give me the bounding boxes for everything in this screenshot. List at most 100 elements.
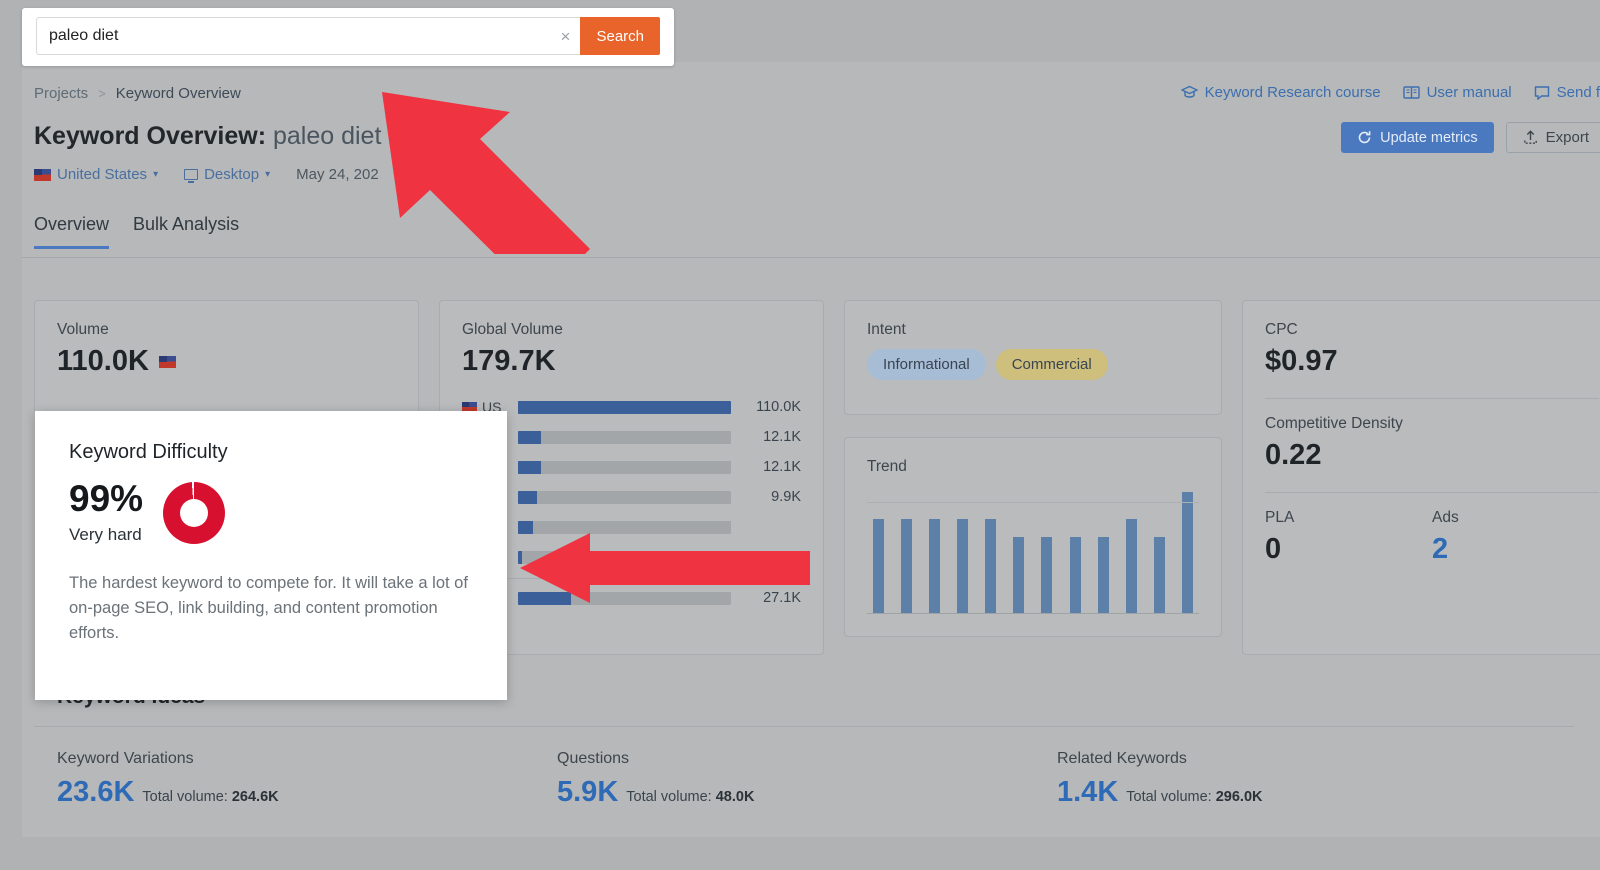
trend-bar [873,518,884,613]
trend-bar [1153,536,1165,613]
us-flag-icon [34,168,51,181]
intent-card[interactable]: Intent Informational Commercial [844,300,1222,415]
global-volume-value: 179.7K [462,345,556,377]
breadcrumb-item-keyword-overview[interactable]: Keyword Overview [116,85,241,102]
keyword-ideas-column[interactable]: Keyword Variations 23.6K Total volume: 264… [57,750,557,809]
send-feedback-link[interactable]: Send f [1534,84,1600,101]
us-flag-icon [158,355,176,368]
volume-bar-value: 12.1K [763,459,801,475]
difficulty-donut-chart [163,481,226,544]
keyword-ideas-values: 1.4K Total volume: 296.0K [1057,776,1557,809]
trend-bar [901,518,913,613]
header-actions: Update metrics Export [1341,122,1600,153]
keyword-ideas-row: Keyword Variations 23.6K Total volume: 264… [57,750,1557,809]
global-volume-row: 9.9K [462,482,801,512]
tabs-divider [22,257,1600,258]
breadcrumb-separator-icon: > [98,86,106,101]
ads-label: Ads [1432,509,1459,526]
trend-bar [957,518,969,613]
tooltip-verdict: Very hard [69,525,142,544]
device-selector[interactable]: Desktop ▾ [184,166,270,183]
volume-bar-fill [518,400,731,414]
tooltip-title: Keyword Difficulty [69,441,228,463]
clear-search-icon[interactable]: × [550,28,580,45]
keyword-ideas-column[interactable]: Questions 5.9K Total volume: 48.0K [557,750,1057,809]
database-label: United States [57,166,148,183]
intent-label: Intent [867,321,906,338]
pla-block: PLA 0 [1265,509,1432,566]
global-volume-other-row: 27.1K [462,583,801,613]
report-date: May 24, 202 [296,166,379,183]
keyword-ideas-values: 23.6K Total volume: 264.6K [57,776,557,809]
header-links: Keyword Research course User manual Send… [1180,84,1600,101]
volume-bar-fill [518,550,523,564]
cpc-divider [1265,398,1599,399]
keyword-ideas-column-label: Related Keywords [1057,750,1187,767]
trend-bar [1041,536,1053,613]
keyword-ideas-count: 1.4K [1057,776,1119,808]
pla-label: PLA [1265,509,1295,526]
report-settings-row: United States ▾ Desktop ▾ May 24, 202 US… [34,166,436,183]
keyword-ideas-total-volume: Total volume: 264.6K [142,789,279,805]
volume-value-row: 110.0K [57,345,396,378]
volume-card[interactable]: Volume 110.0K [34,300,419,415]
keyword-difficulty-tooltip: Keyword Difficulty 99% Very hard The har… [35,411,507,700]
ads-value[interactable]: 2 [1432,533,1599,566]
breadcrumb: Projects > Keyword Overview [34,85,241,102]
user-manual-label: User manual [1426,84,1512,101]
keyword-ideas-column[interactable]: Related Keywords 1.4K Total volume: 296.0K [1057,750,1557,809]
volume-bar-value: 12.1K [763,429,801,445]
send-feedback-label: Send f [1556,84,1600,101]
database-selector[interactable]: United States ▾ [34,166,158,183]
tooltip-score-row: 99% Very hard [69,480,473,545]
device-label: Desktop [204,166,260,183]
tab-overview[interactable]: Overview [34,214,110,249]
keyword-ideas-total-volume: Total volume: 48.0K [626,789,755,805]
export-button[interactable]: Export [1505,122,1600,153]
report-tabs: Overview Bulk Analysis [34,214,239,249]
global-volume-row: 12.1K [462,452,801,482]
keyword-research-course-link[interactable]: Keyword Research course [1180,84,1381,101]
volume-bar-track [518,591,731,605]
trend-bar [1181,492,1193,613]
trend-card[interactable]: Trend [844,437,1222,637]
intent-pill-informational[interactable]: Informational [867,349,986,380]
tooltip-score: 99% [69,478,144,519]
breadcrumb-item-projects[interactable]: Projects [34,85,88,102]
tab-bulk-analysis[interactable]: Bulk Analysis [133,214,239,249]
competitive-density-value: 0.22 [1265,439,1322,471]
global-volume-country-list: US 110.0K 12.1K 12.1K 9.9K 1.9K 27.1K [462,392,801,613]
keyword-ideas-total-volume: Total volume: 296.0K [1126,789,1263,805]
keyword-ideas-values: 5.9K Total volume: 48.0K [557,776,1057,809]
user-manual-link[interactable]: User manual [1402,84,1512,101]
volume-bar-value: 1.9K [771,549,801,565]
volume-bar-fill [518,520,533,534]
currency-label: USD [404,166,437,183]
search-input-wrap: × Search [36,17,660,55]
volume-bar-track [518,430,731,444]
tooltip-description: The hardest keyword to compete for. It w… [69,574,468,642]
cpc-card[interactable]: CPC $0.97 Competitive Density 0.22 PLA 0… [1242,300,1600,655]
volume-bar-value: 9.9K [771,489,801,505]
update-metrics-button[interactable]: Update metrics [1341,122,1494,153]
volume-bar-track [518,550,731,564]
global-volume-row: 1.9K [462,542,801,572]
volume-value: 110.0K [57,345,149,377]
monitor-icon [184,169,199,183]
global-volume-row: US 110.0K [462,392,801,422]
chevron-down-icon: ▾ [265,169,271,180]
intent-pill-commercial[interactable]: Commercial [995,349,1108,380]
intent-trend-column: Intent Informational Commercial Trend [844,300,1222,655]
global-volume-row [462,512,801,542]
page-title: Keyword Overview: paleo diet [34,122,381,151]
volume-bar-track [518,490,731,504]
tooltip-score-block: 99% Very hard [69,480,143,545]
volume-bar-track [518,520,731,534]
search-button[interactable]: Search [580,17,660,55]
graduation-cap-icon [1180,85,1198,98]
keyword-research-course-label: Keyword Research course [1204,84,1381,101]
keyword-ideas-column-label: Keyword Variations [57,750,194,767]
search-input[interactable] [37,27,551,45]
pla-ads-row: PLA 0 Ads 2 [1265,509,1599,566]
volume-bar-fill [518,430,542,444]
